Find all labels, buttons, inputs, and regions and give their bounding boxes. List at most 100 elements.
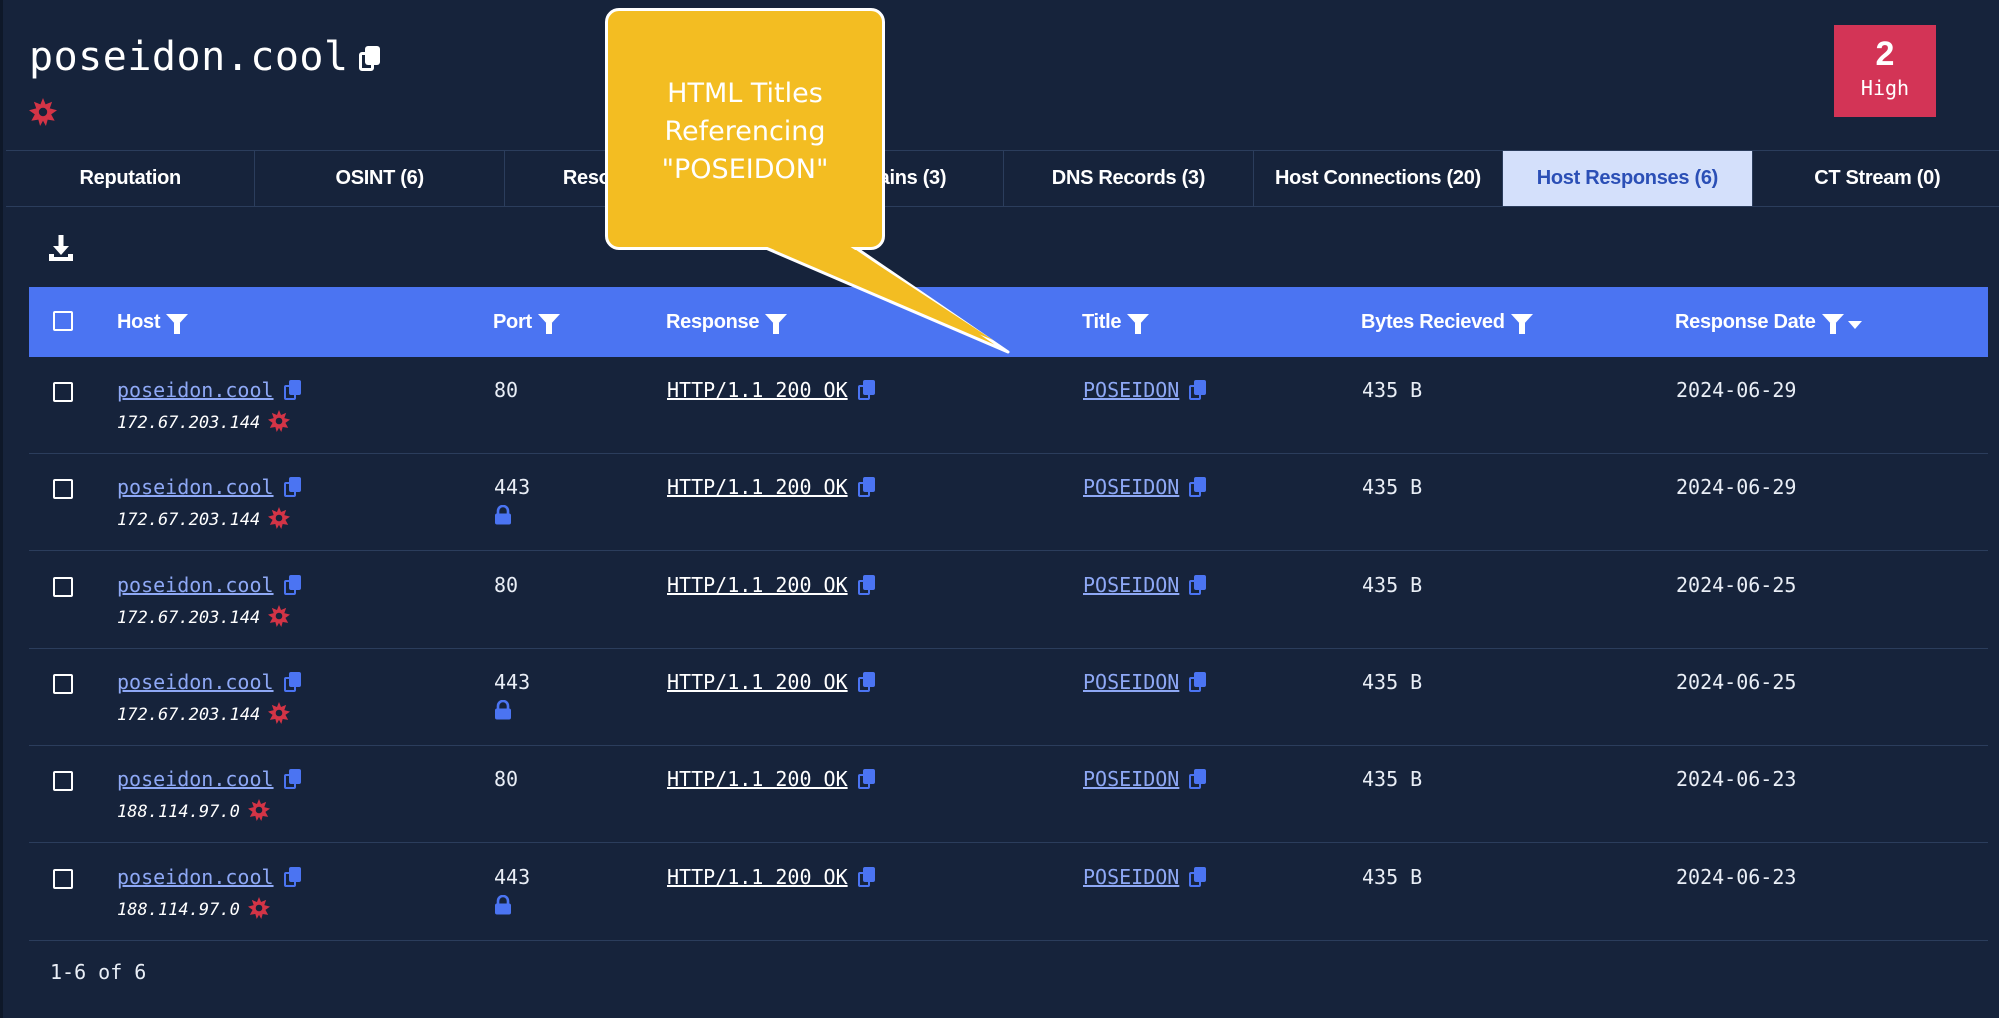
tab-ct-stream[interactable]: CT Stream (0) [1753,151,1999,206]
title-link[interactable]: POSEIDON [1083,475,1179,499]
filter-icon[interactable] [765,314,788,334]
response-date: 2024-06-25 [1676,669,1797,694]
download-icon[interactable] [47,234,75,264]
title-cell: POSEIDON [1083,670,1207,694]
tab-reputation[interactable]: Reputation [6,151,256,206]
bytes-value: 435 B [1362,572,1423,597]
host-cell: poseidon.cool [117,378,301,402]
tab-host-connections[interactable]: Host Connections (20) [1254,151,1504,206]
title-link[interactable]: POSEIDON [1083,865,1179,889]
title-cell: POSEIDON [1083,865,1207,889]
column-label: Title [1082,310,1122,333]
column-label: Response [666,310,760,333]
response-link[interactable]: HTTP/1.1 200 OK [667,573,848,597]
port-value: 80 [494,572,519,597]
host-link[interactable]: poseidon.cool [117,670,274,694]
title-link[interactable]: POSEIDON [1083,378,1179,402]
filter-icon[interactable] [1821,314,1844,334]
response-link[interactable]: HTTP/1.1 200 OK [667,670,848,694]
copy-icon[interactable] [1189,380,1207,400]
port-value: 443 [494,864,531,889]
bytes-value: 435 B [1362,378,1423,402]
host-link[interactable]: poseidon.cool [117,573,274,597]
filter-icon[interactable] [537,314,560,334]
malicious-burst-icon [268,507,291,530]
tab-dns-records[interactable]: DNS Records (3) [1004,151,1254,206]
copy-icon[interactable] [857,769,875,790]
column-label: Host [117,310,161,333]
callout-line: HTML Titles [667,78,823,109]
sort-desc-icon[interactable] [1847,321,1862,329]
app-frame: poseidon.cool 2 High Reputation OSINT (6… [0,0,1999,1018]
column-port[interactable]: Port [493,287,560,357]
tab-host-responses[interactable]: Host Responses (6) [1503,151,1753,206]
host-link[interactable]: poseidon.cool [117,378,274,402]
copy-icon[interactable] [283,866,301,887]
filter-icon[interactable] [166,314,189,334]
copy-icon[interactable] [1189,671,1207,692]
response-link[interactable]: HTTP/1.1 200 OK [667,475,848,499]
annotation-callout: HTML Titles Referencing "POSEIDON" [605,8,885,250]
response-date: 2024-06-25 [1676,572,1797,597]
copy-icon[interactable] [857,671,875,692]
filter-icon[interactable] [1510,314,1533,334]
copy-icon[interactable] [283,477,301,498]
copy-icon[interactable] [857,866,875,887]
bytes-value: 435 B [1362,767,1423,792]
ip-address: 172.67.203.144 [117,510,261,531]
title-link[interactable]: POSEIDON [1083,767,1179,791]
ip-cell: 188.114.97.0 [117,798,270,822]
response-link[interactable]: HTTP/1.1 200 OK [667,865,848,889]
host-link[interactable]: poseidon.cool [117,767,274,791]
column-bytes[interactable]: Bytes Recieved [1361,287,1533,357]
row-checkbox[interactable] [53,868,73,889]
table-row: poseidon.cool 172.67.203.144 443 HTTP/1.1 2… [29,454,1988,552]
copy-icon[interactable] [857,477,875,498]
title-link[interactable]: POSEIDON [1083,670,1179,694]
copy-icon[interactable] [1189,866,1207,887]
copy-icon[interactable] [857,380,875,400]
row-checkbox[interactable] [53,576,73,597]
response-date: 2024-06-29 [1676,475,1797,500]
column-response[interactable]: Response [666,287,788,357]
response-cell: HTTP/1.1 200 OK [667,670,875,694]
copy-icon[interactable] [283,671,301,692]
tab-osint[interactable]: OSINT (6) [255,151,505,206]
row-checkbox[interactable] [53,673,73,694]
response-link[interactable]: HTTP/1.1 200 OK [667,378,848,402]
host-cell: poseidon.cool [117,767,301,791]
row-checkbox[interactable] [53,771,73,792]
pagination-count: 1-6 of 6 [50,960,147,984]
response-date: 2024-06-23 [1676,864,1797,889]
domain-name: poseidon.cool [29,34,349,80]
title-link[interactable]: POSEIDON [1083,573,1179,597]
copy-icon[interactable] [857,574,875,595]
malicious-burst-icon [268,701,291,724]
copy-icon[interactable] [283,769,301,790]
host-link[interactable]: poseidon.cool [117,475,274,499]
malicious-burst-icon [29,98,57,126]
column-label: Bytes Recieved [1361,310,1505,333]
row-checkbox[interactable] [53,479,73,500]
select-all-checkbox[interactable] [53,311,73,331]
host-cell: poseidon.cool [117,475,301,499]
callout-line: Referencing [664,116,826,147]
copy-icon[interactable] [1189,477,1207,498]
column-label: Port [493,310,532,333]
bytes-value: 435 B [1362,864,1423,889]
column-response-date[interactable]: Response Date [1675,287,1862,357]
filter-icon[interactable] [1127,314,1150,334]
column-title[interactable]: Title [1082,287,1150,357]
row-checkbox[interactable] [53,382,73,402]
column-host[interactable]: Host [117,287,189,357]
copy-icon[interactable] [1189,769,1207,790]
copy-icon[interactable] [283,380,301,400]
host-cell: poseidon.cool [117,573,301,597]
title-cell: POSEIDON [1083,475,1207,499]
response-link[interactable]: HTTP/1.1 200 OK [667,767,848,791]
copy-icon[interactable] [283,574,301,595]
ip-cell: 172.67.203.144 [117,701,291,725]
copy-icon[interactable] [1189,574,1207,595]
host-link[interactable]: poseidon.cool [117,865,274,889]
copy-icon[interactable] [358,46,381,72]
